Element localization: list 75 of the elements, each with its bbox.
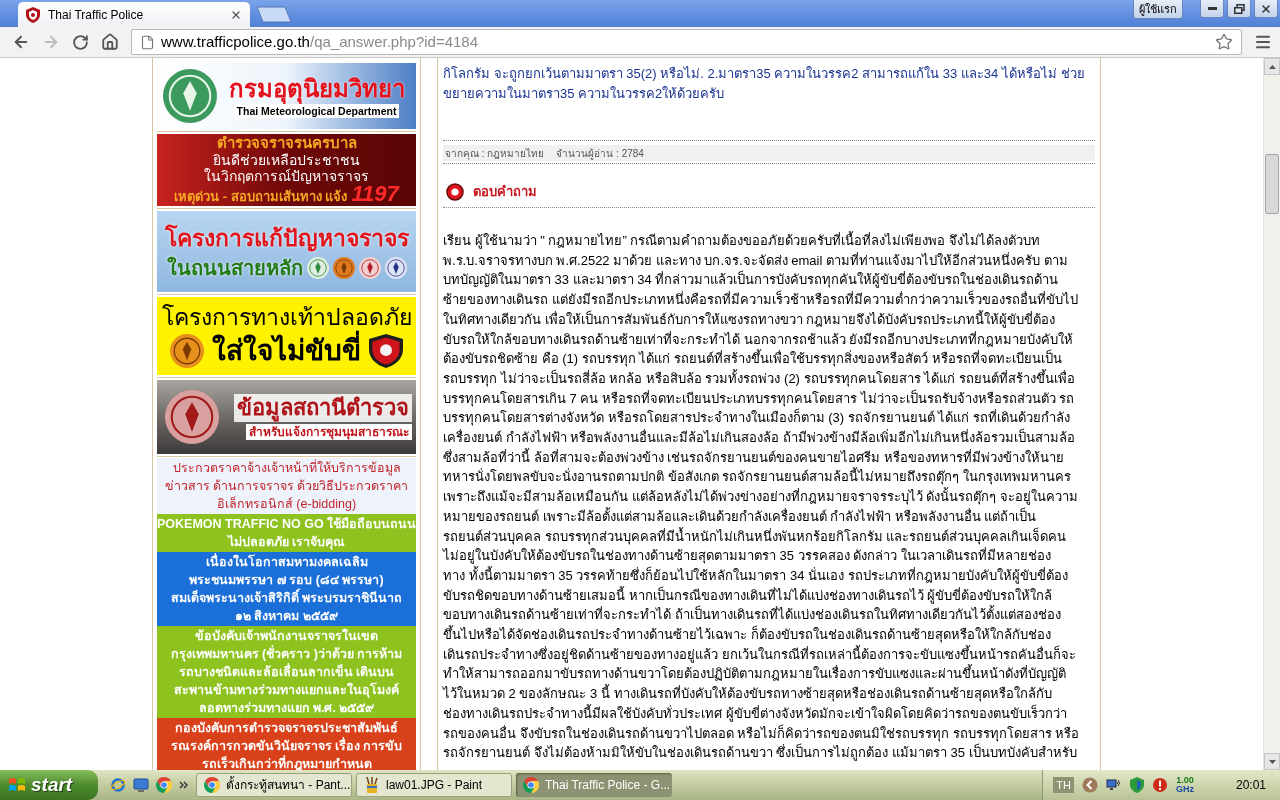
taskbar-button[interactable]: ตั้งกระทู้สนทนา - Pant... — [196, 773, 352, 797]
menu-icon[interactable] — [1254, 33, 1272, 51]
reads-count: จำนวนผู้อ่าน : 2784 — [556, 146, 644, 161]
emblem-icon — [384, 256, 407, 279]
banner-subtitle: สำหรับแจ้งการชุมนุมสาธารณะ — [246, 424, 412, 440]
restore-icon — [1233, 3, 1245, 14]
browser-logo-icon — [156, 777, 172, 793]
star-icon[interactable] — [1215, 33, 1233, 51]
caret-down-icon — [1268, 759, 1276, 764]
photo-placeholder[interactable]: ข้อมูลสถานีตำรวจ สำหรับแจ้งการชุมนุมสาธารณะ — [157, 380, 416, 454]
banner-text: เหตุด่วน - สอบถามเส้นทาง แจ้ง — [174, 187, 348, 207]
banner-title: ข้อมูลสถานีตำรวจ — [234, 394, 412, 422]
scroll-thumb[interactable] — [1265, 154, 1279, 214]
emblem-icon — [163, 69, 217, 123]
reload-icon[interactable] — [72, 33, 89, 51]
profile-button[interactable]: ผู้ใช้แรก — [1133, 0, 1183, 19]
news-link[interactable]: กองบังคับการตำรวจจราจรประชาสัมพันธ์ รณรงค์การกวดขันวินัยจราจร เรื่อง การขับ รถเร็วเกินกว่าที่กฎหมายกำหนด — [157, 718, 416, 770]
start-button[interactable]: start — [0, 770, 98, 800]
emblem-icon — [306, 256, 329, 279]
cpu-speed: 1.00 — [1176, 776, 1194, 785]
home-icon[interactable] — [101, 33, 119, 51]
answer-heading: ตอบคำถาม — [473, 183, 537, 202]
language-indicator[interactable]: TH — [1053, 777, 1074, 793]
shield-badge-icon — [369, 334, 403, 368]
close-icon — [1260, 2, 1272, 15]
cpu-unit: GHz — [1175, 785, 1194, 794]
banner[interactable]: โครงการทางเท้าปลอดภัย ใส่ใจไม่ขับขี่ — [157, 297, 416, 375]
ring-icon — [446, 183, 464, 201]
minimize-button[interactable] — [1200, 0, 1224, 18]
brush-cup-icon — [364, 777, 380, 793]
author-label: จากคุณ : กฎหมายไทย — [445, 146, 545, 161]
minimize-icon — [1207, 7, 1217, 10]
flag-icon — [8, 776, 26, 794]
page-icon — [140, 34, 155, 50]
double-chevron-icon[interactable] — [179, 781, 188, 789]
orbit-icon[interactable] — [110, 777, 126, 793]
scroll-up-button[interactable] — [1264, 58, 1280, 75]
address-bar[interactable]: www.trafficpolice.go.th/qa_answer.php?id=4184 — [131, 29, 1242, 55]
emblem-icon — [358, 256, 381, 279]
restore-button[interactable] — [1227, 0, 1251, 18]
banner-title: กรมอุตุนิยมวิทยา — [228, 74, 405, 104]
banner-title: โครงการแก้ปัญหาจราจร — [164, 223, 409, 253]
banner[interactable]: ตำรวจจราจรนครบาล ยินดีช่วยเหลือประชาชน ในวิกฤตการณ์ปัญหาจราจร เหตุด่วน - สอบถามเส้นทาง แจ้ง 1197 — [157, 134, 416, 206]
hotline-number: 1197 — [351, 183, 399, 204]
banner-subtitle: ใส่ใจไม่ขับขี่ — [212, 332, 361, 370]
emblem-icon — [170, 334, 204, 368]
network-icon[interactable] — [1105, 777, 1122, 793]
browser-logo-icon — [204, 777, 220, 793]
news-link[interactable]: เนื่องในโอกาสมหามงคลเฉลิม พระชนมพรรษา ๗ รอบ (๘๔ พรรษา) สมเด็จพระนางเจ้าสิริกิติ์ พระบรมราชินีนาถ ๑๒ สิงหาคม ๒๕๕๙ — [157, 552, 416, 626]
desktop-icon[interactable] — [133, 777, 149, 793]
banner-text: ในวิกฤตการณ์ปัญหาจราจร — [204, 167, 369, 184]
banner-title: โครงการทางเท้าปลอดภัย — [161, 303, 412, 330]
taskbar-button[interactable]: law01.JPG - Paint — [356, 773, 512, 797]
new-tab-icon[interactable] — [256, 6, 292, 23]
banner-text: ยินดีช่วยเหลือประชาชน — [213, 151, 360, 168]
close-button[interactable] — [1254, 0, 1278, 18]
emblem-icon — [332, 256, 355, 279]
banner-title: ตำรวจจราจรนครบาล — [216, 133, 357, 152]
banner-subtitle: Thai Meteorological Department — [233, 104, 400, 118]
browser-logo-icon — [523, 777, 539, 793]
shield-icon[interactable] — [1129, 777, 1144, 793]
banner-subtitle: ในถนนสายหลัก — [166, 255, 303, 281]
browser-tab[interactable]: Thai Traffic Police — [18, 2, 250, 27]
chevron-left-icon[interactable] — [1081, 777, 1098, 793]
emblem-icon — [165, 390, 219, 444]
question-text: กิโลกรัม จะถูกยกเว้นตามมาตรา 35(2) หรือไม่. 2.มาตรา35 ความในวรรค2 สามารถแก้ใน 33 และ34 ได้หรือไม่ ช่วย ขยายความในมาตรา35 ความในวรรค2ให้ด้วยครับ — [443, 65, 1086, 103]
shield-icon — [26, 6, 40, 23]
alert-icon[interactable] — [1151, 777, 1168, 793]
taskbar-button[interactable]: Thai Traffic Police - G... — [516, 773, 672, 797]
caret-up-icon — [1268, 64, 1276, 69]
back-icon[interactable] — [12, 33, 30, 51]
news-link[interactable]: ประกวดราคาจ้างเจ้าหน้าที่ให้บริการข้อมูล ข่าวสาร ด้านการจราจร ด้วยวิธีประกวดราคา อิเล็กทรอนิกส์ (e-bidding) — [157, 458, 416, 514]
clock: 20:01 — [1235, 777, 1266, 794]
answer-text: เรียน ผู้ใช้นามว่า " กฎหมายไทย” กรณีตามคำถามต้องขออภัยด้วยครับที่เนื้อที่ลงไม่เพียงพอ จึงไม่ได้ลงตัวบท พ.ร.บ.จราจรทางบก พ.ศ.2522 มาด้วย และทาง บก.จร.จะจัดส่ง email ตามที่ท่านแจ้งมาไปให้อีกส่วนหนึ่งครับ ตาม บทบัญญัติในมาตรา 33 และมาตรา 34 ที่กล่าวมาแล้วเป็นการบังคับรถทุกคันให้ผู้ขับขี่ต้องขับรถในช่องเดินรถด้าน ซ้ายของทางเดินรถ แต่ยังมีรถอีกประเภทหนึ่งคือรถที่มีความเร็วช้าหรือรถที่มีความต่ำกว่าความเร็วของรถอื่นที่ขับไป ในทิศทางเดียวกัน เพื่อให้เป็นการสัมพันธ์กับการให้แซงรถทางขวา กฎหมายจึงได้บังคับรถประเภทนี้ให้ผู้ขับขี่ต้อง ขับรถให้ใกล้ขอบทางเดินรถด้านซ้ายเท่าที่จะกระทำได้ นอกจากรถช้าแล้ว ยังมีรถอีกบางประเภทที่กฎหมายบังคับให้ ต้องขับรถชิดซ้าย คือ (1) รถบรรทุก ได้แก่ รถยนต์ที่สร้างขึ้นเพื่อใช้บรรทุกสิ่งของหรือสัตว์ หรือรถที่จดทะเบียนเป็น รถบรรทุก ไม่ว่าจะเป็นรถสี่ล้อ หกล้อ หรือสิบล้อ รวมทั้งรถพ่วง (2) รถบรรทุกคนโดยสาร ได้แก่ รถยนต์ที่สร้างขึ้นเพื่อ บรรทุกคนโดยสารเกิน 7 คน หรือรถที่จดทะเบียนประเภทบรรทุกคนโดยสาร ไม่ว่าจะเป็นรถรับจ้างหรือรถส่วนตัว รถ บรรทุกคนโดยสารต่างจังหวัด หรือรถโดยสารประจำทางในเมืองก็ตาม (3) รถจักรยานยนต์ ได้แก่ รถที่เดินด้วยกำลัง เครื่องยนต์ กำลังไฟฟ้า หรือพลังงานอื่นและมีล้อไม่เกินสองล้อ ถ้ามีพ่วงข้างมีล้อเพิ่มอีกไม่เกินหนึ่งล้อรวมเป็นสามล้อ ซึ่งสามล้อที่ว่านี้ ล้อที่สามจะต้องพ่วงข้าง เช่นรถจักรยานยนต์ของคนขายไอศรีม หรือของทหารที่มีพ่วงข้างให้นาย ทหารนั่งโดยพลขับจะนั่งอานรถตามปกติ ข้อสังเกต รถจักรยานยนต์สามล้อนี้ไม่หมายถึงรถตุ๊กๆ ในกรุงเทพมหานคร เพราะถึงแม้จะมีสามล้อเหมือนกัน แต่ล้อหลังไม่ได้พ่วงข่างอย่างที่กฎหมายจราจรระบุไว้ ดังนั้นรถตุ๊กๆ จะอยู่ในความ หมายของรถยนต์ เพราะมีล้อตั้งแต่สามล้อและเดินด้วยกำลังเครื่องยนต์ กำลังไฟฟ้า หรือพลังงานอื่น แต่ถ้าเป็น รถยนต์ส่วนบุคคล รถบรรทุกส่วนบุคคลที่มีน้ำหนักไม่เกินหนึ่งพันหกร้อยกิโลกรัม และรถยนต์ส่วนบุคคลเกินเจ็ดคน ไม่อยู่ในบังคับให้ต้องขับรถในช่องทางด้านซ้ายสุดตามมาตรา 35 วรรคสอง ดังกล่าว ในเวลาเดินรถที่มีหลายช่อง ทาง ทั้งนี้ตามมาตรา 35 วรรคท้ายซึ่งก็ย้อนไปใช้หลักในมาตรา 34 นั่นเอง รถประเภทที่กฎหมายบังคับให้ผู้ขับขี่ต้อง ขับรถชิดขอบทางด้านซ้ายเสมอนี้ หากเป็นกรณีของทางเดินที่ไม่ได้แบ่งช่องทางเดินรถไว้ ผู้ขับขี่ต้องขับรถให้ใกล้ ขอบทางเดินรถด้านซ้ายเท่าที่จะกระทำได้ ถ้าเป็นทางเดินรถที่ได้แบ่งช่องเดินรถในทิศทางเดียวกันไว้ตั้งแต่สองช่อง ขึ้นไปหรือได้จัดช่องเดินรถประจำทางด้านซ้ายไว้เฉพาะ ก็ต้องขับรถในช่องเดินรถด้านซ้ายสุดหรือให้ใกล้กับช่อง เดินรถประจำทางซึ่งอยู่ชิดด้านซ้ายของทางอยู่แล้ว ยกเว้นในกรณีที่รถเหล่านี้ต้องการจะขับแซงขึ้นหน้ารถคันอื่นก็จะ ทำให้สามารถออกมาขับรถทางด้านขวาโดยต้องปฏิบัติตามกฎหมายในเรื่องการขับแซงและผ่านขึ้นหน้าดังที่บัญญัติ ไว้ในหมวด 2 ของลักษณะ 3 นี้ ทางเดินรถที่บังคับให้ต้องขับรถทางซ้ายสุดหรือช่องเดินรถด้านซ้ายสุดหรือใกล้กับ ช่องทางเดินรถประจำทางนี้มีผลใช้บังคับทั่วประเทศ ผู้ขับขี่ต่างจังหวัดมักจะเข้าใจผิดโดยคิดว่ารถของตนขับเร็วกว่า รถของคนอื่น จึงขับรถในช่องเดินรถด้านขวาไปตลอด หรือไม่ก็คิดว่ารถของตนมิใช่รถบรรทุก รถบรรทุกโดยสาร หรือ รถจักรยานยนต์ จึงไม่ต้องห้ามมิให้ขับในช่องเดินรถด้านขวา ซึ่งเป็นการไม่ถูกต้อง แม้มาตรา 35 เป็นบทบังคับสำหรับ — [443, 231, 1081, 763]
scroll-down-button[interactable] — [1264, 753, 1280, 770]
